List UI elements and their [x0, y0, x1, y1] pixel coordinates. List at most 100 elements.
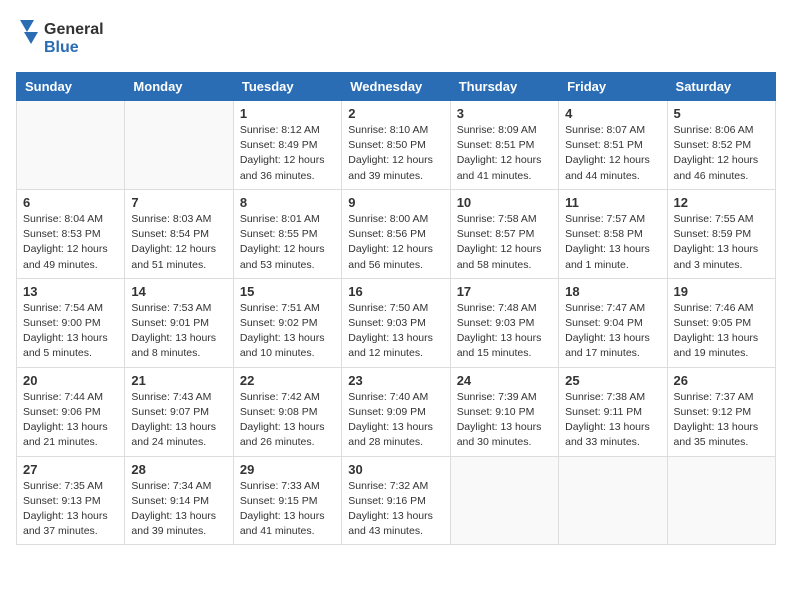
calendar-cell: 16Sunrise: 7:50 AMSunset: 9:03 PMDayligh… [342, 278, 450, 367]
day-info: Sunrise: 7:53 AMSunset: 9:01 PMDaylight:… [131, 301, 226, 362]
calendar-cell: 27 Sunrise: 7:35 AMSunset: 9:13 PMDayligh… [17, 456, 125, 545]
calendar-header: SundayMondayTuesdayWednesdayThursdayFrid… [17, 73, 776, 101]
day-info: Sunrise: 7:42 AMSunset: 9:08 PMDaylight:… [240, 390, 335, 451]
calendar-cell: 6Sunrise: 8:04 AMSunset: 8:53 PMDaylight… [17, 189, 125, 278]
day-number: 28 [131, 462, 226, 477]
logo: GeneralBlue [16, 16, 106, 60]
calendar-cell: 3 Sunrise: 8:09 AMSunset: 8:51 PMDaylight… [450, 101, 558, 190]
calendar-cell: 25 Sunrise: 7:38 AMSunset: 9:11 PMDayligh… [559, 367, 667, 456]
calendar-cell: 17 Sunrise: 7:48 AMSunset: 9:03 PMDayligh… [450, 278, 558, 367]
day-number: 17 [457, 284, 552, 299]
svg-text:General: General [44, 21, 104, 38]
calendar-cell: 12 Sunrise: 7:55 AMSunset: 8:59 PMDayligh… [667, 189, 775, 278]
day-info: Sunrise: 7:35 AMSunset: 9:13 PMDaylight:… [23, 479, 118, 540]
calendar-cell: 8Sunrise: 8:01 AMSunset: 8:55 PMDaylight… [233, 189, 341, 278]
day-number: 5 [674, 106, 769, 121]
calendar-cell: 14 Sunrise: 7:53 AMSunset: 9:01 PMDayligh… [125, 278, 233, 367]
week-row-3: 13 Sunrise: 7:54 AMSunset: 9:00 PMDayligh… [17, 278, 776, 367]
calendar-cell [667, 456, 775, 545]
day-info: Sunrise: 7:33 AMSunset: 9:15 PMDaylight:… [240, 479, 335, 540]
calendar-cell: 28 Sunrise: 7:34 AMSunset: 9:14 PMDayligh… [125, 456, 233, 545]
day-number: 29 [240, 462, 335, 477]
weekday-header-saturday: Saturday [667, 73, 775, 101]
day-number: 2 [348, 106, 443, 121]
weekday-header-row: SundayMondayTuesdayWednesdayThursdayFrid… [17, 73, 776, 101]
day-number: 21 [131, 373, 226, 388]
weekday-header-sunday: Sunday [17, 73, 125, 101]
calendar-cell: 20 Sunrise: 7:44 AMSunset: 9:06 PMDayligh… [17, 367, 125, 456]
calendar-cell: 2 Sunrise: 8:10 AMSunset: 8:50 PMDaylight… [342, 101, 450, 190]
day-info: Sunrise: 8:10 AMSunset: 8:50 PMDaylight:… [348, 123, 443, 184]
calendar-cell: 26Sunrise: 7:37 AMSunset: 9:12 PMDayligh… [667, 367, 775, 456]
calendar-cell [17, 101, 125, 190]
day-number: 22 [240, 373, 335, 388]
day-info: Sunrise: 7:40 AMSunset: 9:09 PMDaylight:… [348, 390, 443, 451]
day-number: 20 [23, 373, 118, 388]
calendar-cell: 1Sunrise: 8:12 AMSunset: 8:49 PMDaylight… [233, 101, 341, 190]
calendar-cell: 18 Sunrise: 7:47 AMSunset: 9:04 PMDayligh… [559, 278, 667, 367]
day-info: Sunrise: 7:32 AMSunset: 9:16 PMDaylight:… [348, 479, 443, 540]
day-info: Sunrise: 7:34 AMSunset: 9:14 PMDaylight:… [131, 479, 226, 540]
day-number: 24 [457, 373, 552, 388]
weekday-header-wednesday: Wednesday [342, 73, 450, 101]
calendar-cell: 7Sunrise: 8:03 AMSunset: 8:54 PMDaylight… [125, 189, 233, 278]
week-row-5: 27 Sunrise: 7:35 AMSunset: 9:13 PMDayligh… [17, 456, 776, 545]
day-info: Sunrise: 7:54 AMSunset: 9:00 PMDaylight:… [23, 301, 118, 362]
day-number: 14 [131, 284, 226, 299]
day-number: 12 [674, 195, 769, 210]
day-number: 10 [457, 195, 552, 210]
day-number: 13 [23, 284, 118, 299]
calendar-cell: 19 Sunrise: 7:46 AMSunset: 9:05 PMDayligh… [667, 278, 775, 367]
day-number: 9 [348, 195, 443, 210]
calendar-cell: 5 Sunrise: 8:06 AMSunset: 8:52 PMDaylight… [667, 101, 775, 190]
day-number: 27 [23, 462, 118, 477]
day-info: Sunrise: 7:50 AMSunset: 9:03 PMDaylight:… [348, 301, 443, 362]
day-number: 4 [565, 106, 660, 121]
calendar-cell: 4Sunrise: 8:07 AMSunset: 8:51 PMDaylight… [559, 101, 667, 190]
calendar-cell: 22 Sunrise: 7:42 AMSunset: 9:08 PMDayligh… [233, 367, 341, 456]
calendar-cell [450, 456, 558, 545]
day-info: Sunrise: 8:03 AMSunset: 8:54 PMDaylight:… [131, 212, 226, 273]
weekday-header-friday: Friday [559, 73, 667, 101]
calendar-cell: 29 Sunrise: 7:33 AMSunset: 9:15 PMDayligh… [233, 456, 341, 545]
header: GeneralBlue [16, 16, 776, 60]
generalblue-logo: GeneralBlue [16, 16, 106, 60]
svg-text:Blue: Blue [44, 39, 79, 56]
day-info: Sunrise: 7:44 AMSunset: 9:06 PMDaylight:… [23, 390, 118, 451]
calendar-cell: 30 Sunrise: 7:32 AMSunset: 9:16 PMDayligh… [342, 456, 450, 545]
calendar-cell: 13 Sunrise: 7:54 AMSunset: 9:00 PMDayligh… [17, 278, 125, 367]
calendar-cell: 15Sunrise: 7:51 AMSunset: 9:02 PMDayligh… [233, 278, 341, 367]
calendar-table: SundayMondayTuesdayWednesdayThursdayFrid… [16, 72, 776, 545]
day-info: Sunrise: 7:51 AMSunset: 9:02 PMDaylight:… [240, 301, 335, 362]
day-info: Sunrise: 8:12 AMSunset: 8:49 PMDaylight:… [240, 123, 335, 184]
day-number: 3 [457, 106, 552, 121]
day-info: Sunrise: 7:46 AMSunset: 9:05 PMDaylight:… [674, 301, 769, 362]
day-number: 8 [240, 195, 335, 210]
day-info: Sunrise: 7:57 AMSunset: 8:58 PMDaylight:… [565, 212, 660, 273]
weekday-header-tuesday: Tuesday [233, 73, 341, 101]
weekday-header-monday: Monday [125, 73, 233, 101]
calendar-cell: 10Sunrise: 7:58 AMSunset: 8:57 PMDayligh… [450, 189, 558, 278]
day-number: 30 [348, 462, 443, 477]
day-info: Sunrise: 8:00 AMSunset: 8:56 PMDaylight:… [348, 212, 443, 273]
day-number: 25 [565, 373, 660, 388]
weekday-header-thursday: Thursday [450, 73, 558, 101]
day-info: Sunrise: 7:47 AMSunset: 9:04 PMDaylight:… [565, 301, 660, 362]
calendar-cell [559, 456, 667, 545]
calendar-cell: 9 Sunrise: 8:00 AMSunset: 8:56 PMDaylight… [342, 189, 450, 278]
day-number: 19 [674, 284, 769, 299]
calendar-cell: 21 Sunrise: 7:43 AMSunset: 9:07 PMDayligh… [125, 367, 233, 456]
calendar-cell: 24 Sunrise: 7:39 AMSunset: 9:10 PMDayligh… [450, 367, 558, 456]
day-number: 23 [348, 373, 443, 388]
day-number: 26 [674, 373, 769, 388]
day-info: Sunrise: 7:48 AMSunset: 9:03 PMDaylight:… [457, 301, 552, 362]
day-info: Sunrise: 7:55 AMSunset: 8:59 PMDaylight:… [674, 212, 769, 273]
day-number: 18 [565, 284, 660, 299]
day-info: Sunrise: 7:38 AMSunset: 9:11 PMDaylight:… [565, 390, 660, 451]
day-info: Sunrise: 7:39 AMSunset: 9:10 PMDaylight:… [457, 390, 552, 451]
day-number: 11 [565, 195, 660, 210]
week-row-1: 1Sunrise: 8:12 AMSunset: 8:49 PMDaylight… [17, 101, 776, 190]
day-info: Sunrise: 8:06 AMSunset: 8:52 PMDaylight:… [674, 123, 769, 184]
day-info: Sunrise: 8:09 AMSunset: 8:51 PMDaylight:… [457, 123, 552, 184]
day-info: Sunrise: 7:43 AMSunset: 9:07 PMDaylight:… [131, 390, 226, 451]
